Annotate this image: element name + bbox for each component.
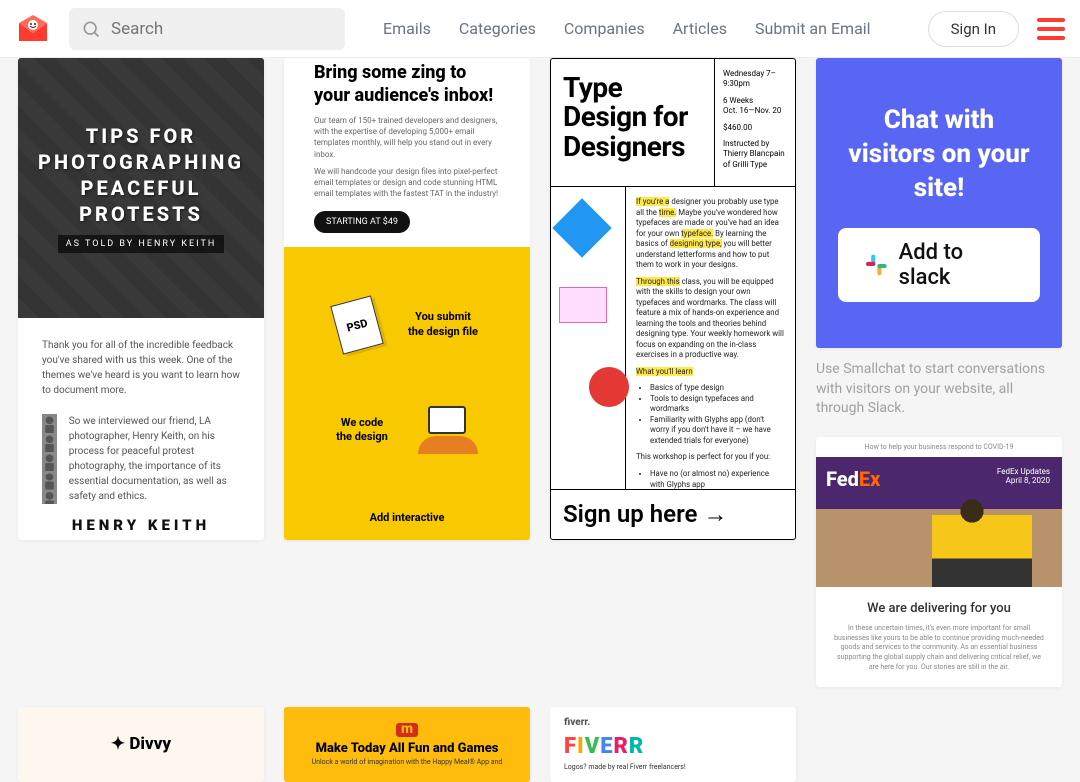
nav-submit[interactable]: Submit an Email — [755, 19, 871, 38]
cta-pill: STARTING AT $49 — [314, 211, 410, 233]
card-footer-name: HENRY KEITH — [18, 516, 264, 534]
card-header: Type Design for Designers Wednesday 7–9:… — [551, 59, 795, 187]
main-nav: Emails Categories Companies Articles Sub… — [383, 19, 871, 38]
card-illustration: PSD You submitthe design file We codethe… — [284, 247, 530, 540]
card-body: If you're a designer you probably use ty… — [551, 187, 795, 490]
step-label: We codethe design — [336, 416, 388, 445]
email-card-mcdonalds[interactable]: Make Today All Fun and Games Unlock a wo… — [284, 707, 530, 782]
email-card-zing[interactable]: Bring some zing to your audience's inbox… — [284, 58, 530, 540]
nav-companies[interactable]: Companies — [564, 19, 645, 38]
slack-icon — [864, 252, 889, 278]
email-grid: TIPS FOR PHOTOGRAPHING PEACEFUL PROTESTS… — [0, 58, 1080, 687]
shapes-illustration — [551, 187, 626, 489]
card-headline: Chat with visitors on your site! — [838, 104, 1040, 205]
card-title: Type Design for Designers — [551, 59, 715, 186]
search-input[interactable] — [111, 19, 333, 39]
fiverr-logo: fiverr. — [564, 717, 590, 728]
preheader: How to help your business respond to COV… — [816, 437, 1062, 457]
email-card-fiverr[interactable]: fiverr. FIVERR Logos? made by real Fiver… — [550, 707, 796, 782]
card-hero: TIPS FOR PHOTOGRAPHING PEACEFUL PROTESTS… — [18, 58, 264, 318]
signin-button[interactable]: Sign In — [928, 11, 1019, 47]
fedex-logo: FedEx — [826, 467, 880, 491]
rainbow-wordmark: FIVERR — [564, 734, 644, 759]
hero-date: FedEx UpdatesApril 8, 2020 — [997, 467, 1050, 485]
step-label: You submitthe design file — [408, 310, 478, 339]
card-body: We are delivering for you In these uncer… — [816, 587, 1062, 687]
email-card-smallchat[interactable]: Chat with visitors on your site! Add to … — [816, 58, 1062, 348]
hero-photo — [932, 492, 1032, 587]
psd-icon: PSD — [330, 295, 384, 354]
email-card-divvy[interactable]: ✦ Divvy — [18, 707, 264, 782]
card-body: Bring some zing to your audience's inbox… — [284, 58, 530, 247]
menu-icon[interactable] — [1037, 18, 1065, 40]
mcdonalds-logo — [396, 723, 418, 737]
search-box[interactable] — [69, 8, 345, 50]
email-card-protest[interactable]: TIPS FOR PHOTOGRAPHING PEACEFUL PROTESTS… — [18, 58, 264, 540]
divvy-logo: ✦ Divvy — [111, 734, 171, 754]
nav-articles[interactable]: Articles — [673, 19, 727, 38]
email-grid-row2: ✦ Divvy Make Today All Fun and Games Unl… — [0, 707, 1080, 782]
search-icon — [81, 19, 101, 39]
email-card-fedex[interactable]: How to help your business respond to COV… — [816, 437, 1062, 687]
card-meta: Wednesday 7–9:30pm 6 WeeksOct. 16—Nov. 2… — [715, 59, 795, 186]
site-header: Emails Categories Companies Articles Sub… — [0, 0, 1080, 58]
nav-categories[interactable]: Categories — [459, 19, 536, 38]
card-body: Thank you for all of the incredible feed… — [18, 318, 264, 524]
author-avatar — [42, 414, 57, 504]
add-to-slack-button: Add to slack — [838, 228, 1040, 302]
desk-icon — [418, 406, 478, 454]
step-label: Add interactive — [370, 511, 445, 525]
site-logo[interactable] — [15, 11, 51, 47]
card-subtitle: AS TOLD BY HENRY KEITH — [58, 235, 225, 253]
email-card-typeclass[interactable]: Type Design for Designers Wednesday 7–9:… — [550, 58, 796, 540]
card-hero: FedEx FedEx UpdatesApril 8, 2020 — [816, 457, 1062, 587]
card-caption: Use Smallchat to start conversations wit… — [816, 348, 1062, 437]
signup-link: Sign up here → — [551, 490, 795, 539]
nav-emails[interactable]: Emails — [383, 19, 431, 38]
